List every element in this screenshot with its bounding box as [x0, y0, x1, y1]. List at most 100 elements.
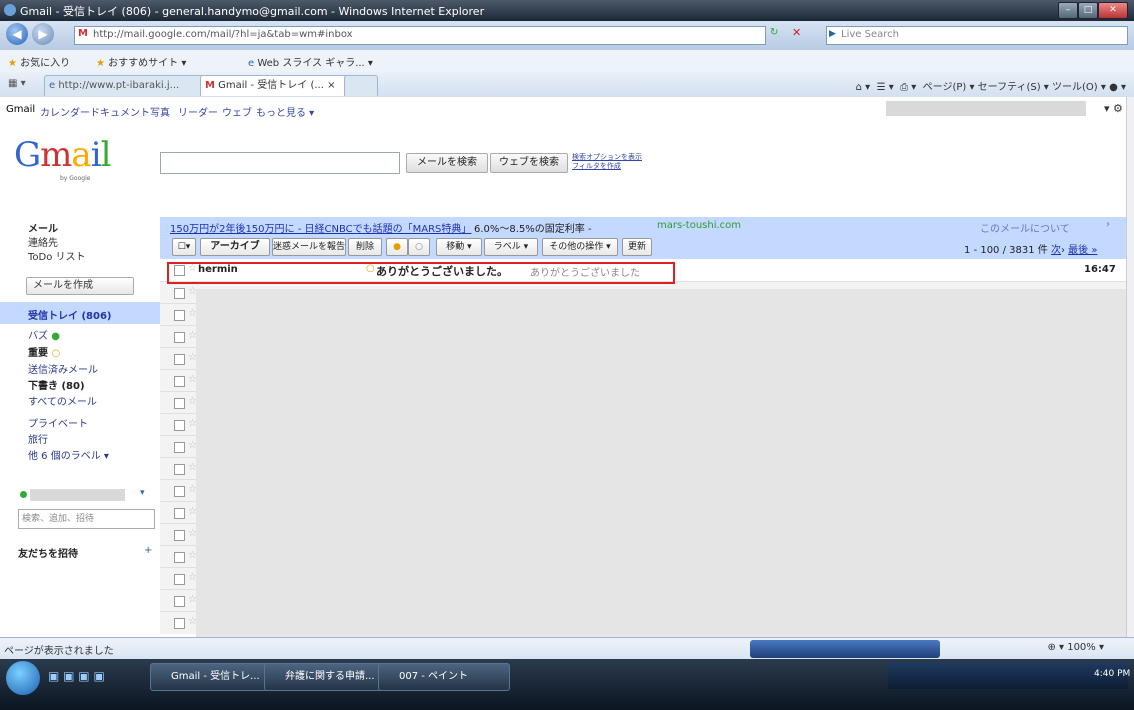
zoom-level[interactable]: ⊕ ▾ 100% ▾ [1047, 642, 1104, 653]
row-checkbox[interactable] [174, 442, 185, 453]
search-web-button[interactable]: ウェブを検索 [490, 153, 568, 173]
sidebar-item-more-labels[interactable]: 他 6 個のラベル ▾ [28, 447, 109, 462]
row-checkbox[interactable] [174, 288, 185, 299]
row-checkbox[interactable] [174, 574, 185, 585]
live-search-icon: ▶ [829, 29, 836, 39]
chevron-down-icon[interactable]: ▾ [140, 488, 145, 498]
print-icon[interactable]: ⎙ ▾ [900, 82, 916, 93]
row-checkbox[interactable] [174, 530, 185, 541]
system-tray [888, 663, 1128, 689]
row-checkbox[interactable] [174, 596, 185, 607]
row-checkbox[interactable] [174, 310, 185, 321]
row-checkbox[interactable] [174, 420, 185, 431]
quick-tabs-icon[interactable]: ▦ ▾ [8, 78, 26, 89]
mail-search-input[interactable] [160, 152, 400, 174]
sidebar-contacts[interactable]: 連絡先 [28, 234, 58, 249]
address-bar[interactable]: M http://mail.google.com/mail/?hl=ja&tab… [74, 26, 766, 45]
gbar-link-documents[interactable]: ドキュメント [90, 104, 150, 119]
start-button[interactable] [6, 661, 40, 695]
message-time: 16:47 [1084, 264, 1116, 275]
forward-button[interactable]: ▶ [32, 23, 54, 45]
sidebar-item-sent[interactable]: 送信済みメール [28, 361, 98, 376]
labels-button[interactable]: ラベル ▾ [484, 238, 538, 256]
close-button[interactable]: ✕ [1098, 2, 1128, 19]
row-checkbox[interactable] [174, 486, 185, 497]
sidebar-item-inbox[interactable]: 受信トレイ (806) [28, 307, 112, 322]
ad-next-icon[interactable]: › [1106, 219, 1110, 230]
sidebar-mail[interactable]: メール [28, 220, 58, 235]
row-checkbox[interactable] [174, 332, 185, 343]
page-scrollbar[interactable] [1126, 97, 1134, 637]
gear-icon[interactable]: ▾ ⚙ [1104, 102, 1123, 115]
live-search-input[interactable]: ▶ Live Search [826, 26, 1128, 45]
more-actions-button[interactable]: その他の操作 ▾ [542, 238, 618, 256]
gbar-link-more[interactable]: もっと見る ▾ [256, 104, 314, 119]
new-tab-button[interactable] [344, 75, 378, 96]
delete-button[interactable]: 削除 [348, 238, 382, 256]
task-paint[interactable]: 007 - ペイント [378, 663, 510, 691]
tab-gmail[interactable]: M Gmail - 受信トレイ (... × [200, 75, 350, 96]
sidebar-item-drafts[interactable]: 下書き (80) [28, 377, 85, 392]
gbar-link-reader[interactable]: リーダー [178, 104, 218, 119]
pager-next[interactable]: 次 [1051, 245, 1061, 256]
plus-icon[interactable]: + [144, 545, 152, 556]
favorites-button[interactable]: ★ お気に入り [8, 54, 70, 69]
window-title: Gmail - 受信トレイ (806) - general.handymo@gm… [20, 5, 485, 18]
compose-button[interactable]: メールを作成 [26, 277, 134, 295]
move-button[interactable]: 移動 ▾ [436, 238, 482, 256]
select-checkbox-dropdown[interactable]: ☐▾ [172, 238, 196, 256]
create-filter-link[interactable]: フィルタを作成 [572, 162, 642, 171]
command-bar[interactable]: ⌂ ▾ ☰ ▾ ⎙ ▾ ページ(P) ▾ セーフティ(S) ▾ ツール(O) ▾… [856, 78, 1126, 93]
row-checkbox[interactable] [174, 552, 185, 563]
mark-unimportant-button[interactable]: ○ [408, 238, 430, 256]
tab-pt-ibaraki[interactable]: e http://www.pt-ibaraki.j... [44, 75, 204, 96]
stop-icon[interactable]: ✕ [792, 26, 801, 39]
favorites-item-webslice[interactable]: e Web スライス ギャラ... ▾ [248, 54, 373, 69]
search-options-link[interactable]: 検索オプションを表示 [572, 153, 642, 162]
sidebar-todo[interactable]: ToDo リスト [28, 248, 86, 263]
sidebar-item-important[interactable]: 重要 ○ [28, 344, 60, 359]
back-button[interactable]: ◀ [6, 23, 28, 45]
sidebar-item-all-mail[interactable]: すべてのメール [28, 393, 97, 408]
command-menus[interactable]: ページ(P) ▾ セーフティ(S) ▾ ツール(O) ▾ [923, 82, 1106, 93]
row-checkbox[interactable] [174, 354, 185, 365]
report-spam-button[interactable]: 迷惑メールを報告 [272, 238, 346, 256]
maximize-button[interactable]: □ [1078, 2, 1098, 19]
pager-last[interactable]: 最後 » [1068, 245, 1097, 256]
help-icon[interactable]: ● ▾ [1109, 82, 1126, 93]
clock[interactable]: 4:40 PM [1094, 669, 1130, 679]
ad-about[interactable]: このメールについて [980, 220, 1070, 235]
mark-important-button[interactable]: ● [386, 238, 408, 256]
gbar-link-web[interactable]: ウェブ [222, 104, 252, 119]
favorites-item-suggested[interactable]: ★ おすすめサイト ▾ [96, 54, 186, 69]
refresh-button[interactable]: 更新 [622, 238, 652, 256]
gbar-link-photos[interactable]: 写真 [150, 104, 170, 119]
quick-launch-toolbar[interactable] [750, 640, 940, 658]
archive-button[interactable]: アーカイブ [200, 238, 270, 256]
quick-launch-icons[interactable]: ▣ ▣ ▣ ▣ [48, 669, 105, 683]
task-document[interactable]: 弁護に関する申請... [264, 663, 396, 691]
chat-status[interactable]: ▾ [20, 488, 148, 501]
sidebar-item-travel[interactable]: 旅行 [28, 431, 48, 446]
home-icon[interactable]: ⌂ ▾ [856, 82, 871, 93]
row-checkbox[interactable] [174, 398, 185, 409]
ad-link[interactable]: 150万円が2年後150万円に - 日経CNBCでも話題の「MARS特典」 [170, 220, 471, 235]
gmail-favicon: M [78, 28, 88, 39]
ad-url[interactable]: mars-toushi.com [657, 220, 741, 231]
row-checkbox[interactable] [174, 376, 185, 387]
invite-friends[interactable]: 友だちを招待 [18, 545, 78, 560]
row-checkbox[interactable] [174, 508, 185, 519]
task-gmail[interactable]: Gmail - 受信トレ... [150, 663, 282, 691]
search-options: 検索オプションを表示 フィルタを作成 [572, 153, 642, 171]
sidebar-item-buzz[interactable]: バズ ● [28, 327, 60, 342]
minimize-button[interactable]: – [1058, 2, 1078, 19]
chat-search-input[interactable]: 検索、追加、招待 [18, 509, 155, 529]
row-checkbox[interactable] [174, 618, 185, 629]
online-status-icon [20, 491, 27, 498]
sidebar-item-private[interactable]: プライベート [28, 415, 88, 430]
gbar-link-calendar[interactable]: カレンダー [40, 104, 90, 119]
refresh-icon[interactable]: ↻ [770, 27, 778, 38]
search-mail-button[interactable]: メールを検索 [406, 153, 488, 173]
feeds-icon[interactable]: ☰ ▾ [877, 82, 894, 93]
row-checkbox[interactable] [174, 464, 185, 475]
